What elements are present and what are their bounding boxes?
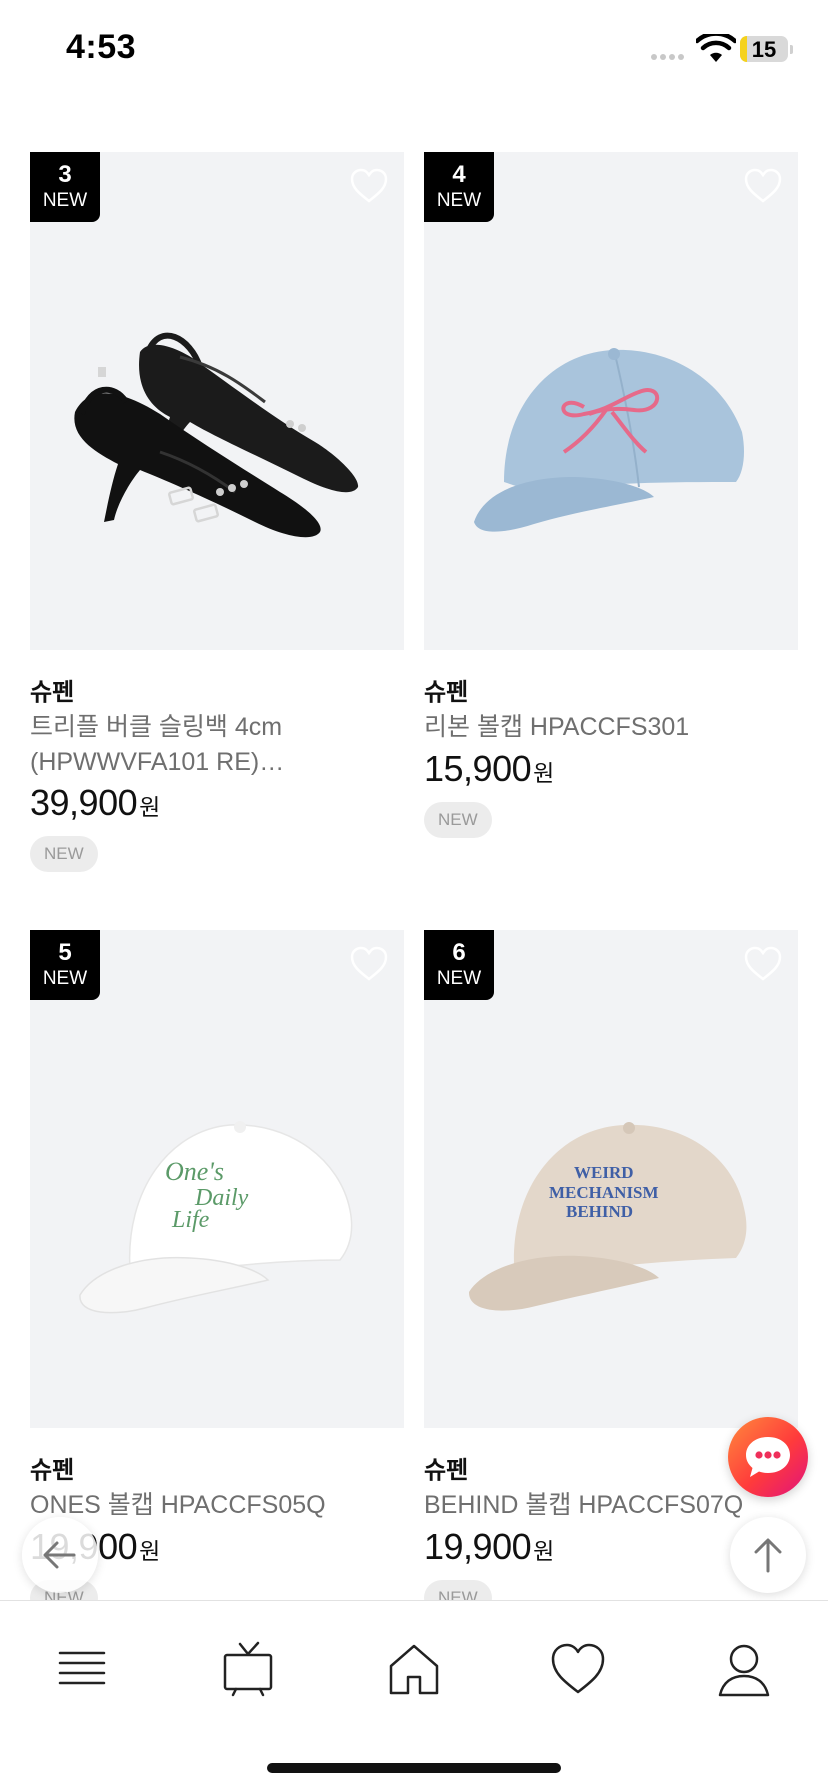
cap-print-line-2: MECHANISM bbox=[549, 1183, 659, 1202]
rank-new-label: NEW bbox=[42, 190, 88, 211]
home-icon[interactable] bbox=[384, 1639, 444, 1699]
cap-print-line-3: Life bbox=[171, 1207, 210, 1233]
brand-name: 슈펜 bbox=[30, 679, 75, 706]
home-indicator bbox=[267, 1763, 561, 1773]
new-tag: NEW bbox=[424, 802, 492, 838]
rank-new-label: NEW bbox=[42, 968, 88, 989]
price-currency: 원 bbox=[533, 760, 554, 786]
wishlist-heart-icon[interactable] bbox=[350, 168, 388, 204]
wishlist-heart-icon[interactable] bbox=[350, 946, 388, 982]
product-name[interactable]: 리본 볼캡 HPACCFS301 bbox=[424, 710, 794, 745]
product-image[interactable]: WEIRD MECHANISM BEHIND 6 NEW bbox=[424, 930, 798, 1428]
rank-new-label: NEW bbox=[436, 190, 482, 211]
heart-icon[interactable] bbox=[548, 1639, 608, 1699]
new-tag: NEW bbox=[30, 836, 98, 872]
price-value: 39,900 bbox=[30, 782, 138, 823]
price-currency: 원 bbox=[139, 794, 160, 820]
wishlist-heart-icon[interactable] bbox=[744, 168, 782, 204]
rank-badge: 4 NEW bbox=[424, 152, 494, 222]
wifi-icon bbox=[696, 34, 736, 62]
battery-percent: 15 bbox=[751, 37, 777, 62]
brand-name: 슈펜 bbox=[30, 1457, 75, 1484]
cap-print-line-1: One's bbox=[165, 1157, 224, 1186]
cap-print-line-1: WEIRD bbox=[574, 1163, 634, 1182]
rank-new-label: NEW bbox=[436, 968, 482, 989]
back-button[interactable] bbox=[22, 1517, 98, 1593]
slingback-heels-image bbox=[74, 332, 359, 538]
arrow-left-icon bbox=[43, 1541, 76, 1569]
product-name[interactable]: 트리플 버클 슬링백 4cm (HPWWVFA101 RE)… bbox=[30, 710, 400, 780]
rank-number: 5 bbox=[58, 939, 72, 966]
status-bar: 4:53 15 bbox=[0, 0, 828, 100]
tv-icon[interactable] bbox=[218, 1639, 278, 1699]
status-time: 4:53 bbox=[66, 28, 137, 66]
rank-badge: 3 NEW bbox=[30, 152, 100, 222]
cap-print-line-3: BEHIND bbox=[566, 1202, 633, 1221]
profile-icon[interactable] bbox=[714, 1639, 774, 1699]
arrow-up-icon bbox=[754, 1538, 782, 1573]
rank-number: 6 bbox=[452, 939, 466, 966]
brand-name: 슈펜 bbox=[424, 1457, 469, 1484]
battery-icon: 15 bbox=[740, 36, 788, 62]
product-price: 15,900원 bbox=[424, 748, 554, 790]
rank-badge: 5 NEW bbox=[30, 930, 100, 1000]
chat-button[interactable] bbox=[728, 1417, 808, 1497]
product-image[interactable]: 4 NEW bbox=[424, 152, 798, 650]
scroll-to-top-button[interactable] bbox=[730, 1517, 806, 1593]
rank-number: 3 bbox=[58, 161, 72, 188]
price-value: 15,900 bbox=[424, 748, 532, 789]
cellular-signal-icon bbox=[651, 54, 684, 60]
brand-name: 슈펜 bbox=[424, 679, 469, 706]
product-image[interactable]: One's Daily Life 5 NEW bbox=[30, 930, 404, 1428]
price-currency: 원 bbox=[533, 1538, 554, 1564]
product-image[interactable]: 3 NEW bbox=[30, 152, 404, 650]
product-price: 19,900원 bbox=[424, 1526, 554, 1568]
white-cap-image: One's Daily Life bbox=[79, 1121, 353, 1314]
price-currency: 원 bbox=[139, 1538, 160, 1564]
beige-cap-image: WEIRD MECHANISM BEHIND bbox=[468, 1122, 747, 1311]
menu-icon[interactable] bbox=[52, 1639, 112, 1699]
blue-ribbon-cap-image bbox=[474, 348, 744, 532]
price-value: 19,900 bbox=[424, 1526, 532, 1567]
rank-badge: 6 NEW bbox=[424, 930, 494, 1000]
product-price: 39,900원 bbox=[30, 782, 160, 824]
wishlist-heart-icon[interactable] bbox=[744, 946, 782, 982]
chat-bubble-icon bbox=[746, 1437, 790, 1477]
rank-number: 4 bbox=[452, 161, 466, 188]
battery-tip bbox=[790, 45, 793, 54]
